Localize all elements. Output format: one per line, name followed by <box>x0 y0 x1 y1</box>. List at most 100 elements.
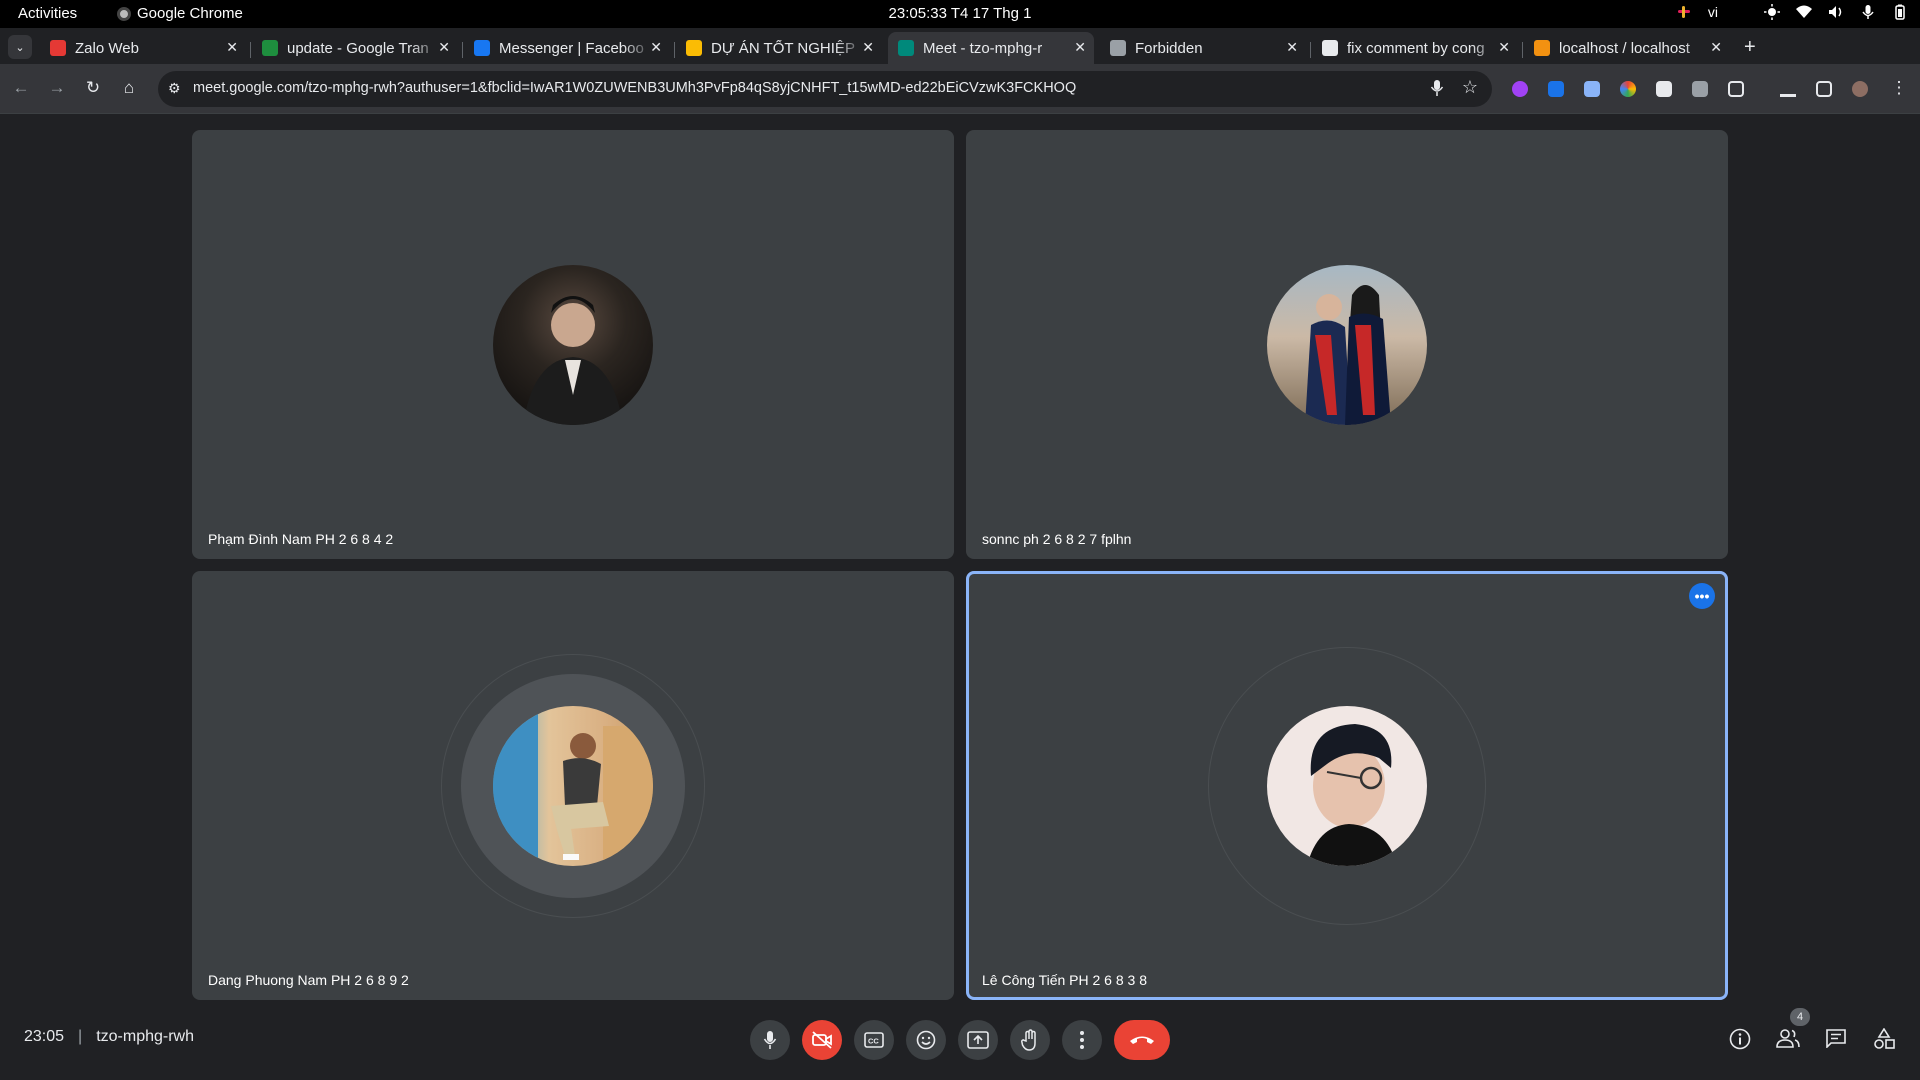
back-icon[interactable]: ← <box>10 78 32 98</box>
camera-off-icon <box>812 1031 832 1049</box>
more-options-icon[interactable]: ••• <box>1689 583 1715 609</box>
meeting-code: tzo-mphg-rwh <box>96 1028 195 1045</box>
tab-close-icon[interactable]: ✕ <box>226 39 238 56</box>
new-tab-button[interactable]: + <box>1744 36 1756 59</box>
side-panel-icon[interactable] <box>1816 81 1832 97</box>
bookmark-star-icon[interactable]: ☆ <box>1462 77 1478 98</box>
tab-separator <box>462 42 463 58</box>
battery-icon[interactable] <box>1892 4 1908 20</box>
participant-tile[interactable]: sonnc ph 2 6 8 2 7 fplhn <box>966 130 1728 559</box>
more-options-button[interactable] <box>1062 1020 1102 1060</box>
leave-call-button[interactable] <box>1114 1020 1170 1060</box>
wifi-icon[interactable] <box>1796 4 1812 20</box>
tab-close-icon[interactable]: ✕ <box>438 39 450 56</box>
activities-button[interactable] <box>1872 1027 1896 1055</box>
people-button[interactable] <box>1776 1028 1800 1053</box>
participant-tile[interactable]: ••• Lê Công Tiến PH 2 6 8 3 8 <box>966 571 1728 1000</box>
tab-search-button[interactable]: ⌄ <box>8 35 32 59</box>
extension-2-icon[interactable] <box>1548 81 1564 97</box>
system-tray[interactable]: vi <box>1676 4 1908 20</box>
tab-close-icon[interactable]: ✕ <box>1710 39 1722 56</box>
present-button[interactable] <box>958 1020 998 1060</box>
slack-icon[interactable] <box>1676 4 1692 20</box>
downloads-icon[interactable] <box>1780 81 1796 97</box>
tab-separator <box>1310 42 1311 58</box>
tab-strip: ⌄ Zalo Web ✕ update - Google Tran ✕ Messenge… <box>0 28 1920 84</box>
tab-separator <box>1522 42 1523 58</box>
reactions-button[interactable] <box>906 1020 946 1060</box>
profile-avatar[interactable] <box>1852 81 1868 97</box>
mic-toggle-button[interactable] <box>750 1020 790 1060</box>
volume-icon[interactable] <box>1828 4 1844 20</box>
activities-button[interactable]: Activities <box>18 5 77 22</box>
tab-favicon-icon <box>686 40 702 56</box>
tab-close-icon[interactable]: ✕ <box>1498 39 1510 56</box>
tab-close-icon[interactable]: ✕ <box>1286 39 1298 56</box>
present-icon <box>967 1031 989 1049</box>
people-count-badge: 4 <box>1790 1008 1810 1026</box>
browser-tab[interactable]: Messenger | Faceboo ✕ <box>464 32 670 64</box>
people-icon <box>1776 1029 1800 1048</box>
reload-icon[interactable]: ↻ <box>82 78 104 98</box>
hangup-icon <box>1130 1036 1154 1044</box>
tab-title: Meet - tzo-mphg-r <box>923 39 1043 57</box>
extension-5-icon[interactable] <box>1656 81 1672 97</box>
address-bar[interactable]: ⚙ meet.google.com/tzo-mphg-rwh?authuser=… <box>158 71 1492 107</box>
meeting-details: 23:05 | tzo-mphg-rwh <box>24 1028 194 1046</box>
browser-tab[interactable]: Zalo Web ✕ <box>40 32 246 64</box>
browser-tab[interactable]: localhost / localhost ✕ <box>1524 32 1730 64</box>
browser-tab[interactable]: Meet - tzo-mphg-r ✕ <box>888 32 1094 64</box>
gnome-top-bar: Activities Google Chrome 23:05:33 T4 17 … <box>0 0 1920 28</box>
browser-tab[interactable]: DỰ ÁN TỐT NGHIỆP ✕ <box>676 32 882 64</box>
tab-separator <box>250 42 251 58</box>
participant-tile[interactable]: Dang Phuong Nam PH 2 6 8 9 2 <box>192 571 954 1000</box>
voice-search-icon[interactable] <box>1430 79 1444 97</box>
participant-avatar <box>493 265 653 425</box>
meeting-time: 23:05 <box>24 1028 65 1045</box>
extension-4-icon[interactable] <box>1620 81 1636 97</box>
info-icon <box>1729 1028 1751 1050</box>
extensions-puzzle-icon[interactable] <box>1728 81 1744 97</box>
tab-favicon-icon <box>898 40 914 56</box>
tab-title: Zalo Web <box>75 39 139 57</box>
tab-close-icon[interactable]: ✕ <box>862 39 874 56</box>
input-language[interactable]: vi <box>1708 4 1718 20</box>
extension-3-icon[interactable] <box>1584 81 1600 97</box>
raise-hand-icon <box>1021 1029 1036 1051</box>
site-info-icon[interactable]: ⚙ <box>168 80 181 97</box>
forward-icon[interactable]: → <box>46 78 68 98</box>
captions-button[interactable]: CC <box>854 1020 894 1060</box>
more-vert-icon <box>1080 1031 1084 1049</box>
tab-title: DỰ ÁN TỐT NGHIỆP <box>711 39 855 57</box>
url-text[interactable]: meet.google.com/tzo-mphg-rwh?authuser=1&… <box>193 80 1076 96</box>
mic-icon <box>763 1031 777 1049</box>
browser-tab[interactable]: update - Google Tran ✕ <box>252 32 458 64</box>
extension-1-icon[interactable] <box>1512 81 1528 97</box>
browser-tab[interactable]: Forbidden ✕ <box>1100 32 1306 64</box>
tab-title: localhost / localhost <box>1559 39 1690 57</box>
participant-tile[interactable]: Phạm Đình Nam PH 2 6 8 4 2 <box>192 130 954 559</box>
tab-close-icon[interactable]: ✕ <box>650 39 662 56</box>
tab-separator <box>674 42 675 58</box>
tab-favicon-icon <box>1110 40 1126 56</box>
raise-hand-button[interactable] <box>1010 1020 1050 1060</box>
tab-close-icon[interactable]: ✕ <box>1074 39 1086 56</box>
screenshot-extension-icon[interactable] <box>1692 81 1708 97</box>
chat-button[interactable] <box>1824 1028 1848 1053</box>
separator: | <box>78 1028 83 1045</box>
tab-title: fix comment by cong <box>1347 39 1485 57</box>
home-icon[interactable]: ⌂ <box>118 78 140 98</box>
system-clock[interactable]: 23:05:33 T4 17 Thg 1 <box>0 5 1920 22</box>
tab-title: Messenger | Faceboo <box>499 39 644 57</box>
camera-toggle-button[interactable] <box>802 1020 842 1060</box>
browser-tab[interactable]: fix comment by cong ✕ <box>1312 32 1518 64</box>
tab-favicon-icon <box>262 40 278 56</box>
participant-avatar <box>1267 265 1427 425</box>
brightness-icon[interactable] <box>1764 4 1780 20</box>
participant-avatar <box>1267 706 1427 866</box>
meeting-info-button[interactable] <box>1728 1028 1752 1055</box>
captions-icon: CC <box>864 1032 884 1048</box>
chrome-menu-icon[interactable]: ⋮ <box>1888 78 1910 98</box>
mic-tray-icon[interactable] <box>1860 4 1876 20</box>
app-menu[interactable]: Google Chrome <box>117 5 243 22</box>
